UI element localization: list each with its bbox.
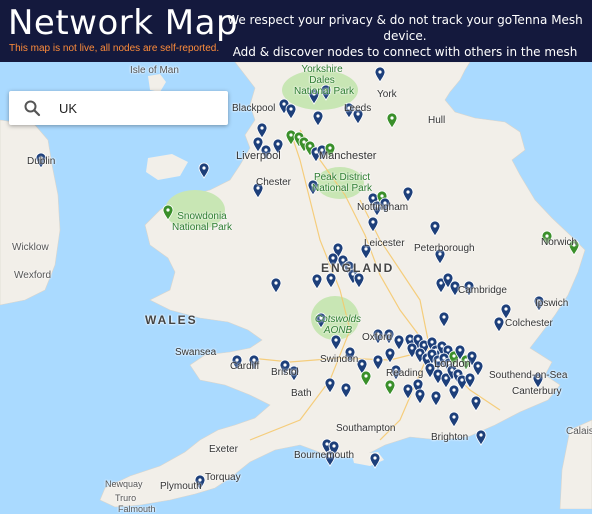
search-input[interactable] xyxy=(59,91,219,125)
place-label: Swansea xyxy=(175,347,217,358)
node-pin-blue[interactable] xyxy=(198,162,210,179)
place-label: Torquay xyxy=(205,472,241,483)
place-label: Cambridge xyxy=(458,285,507,296)
park-label-line: National Park xyxy=(312,183,373,194)
node-pin-blue[interactable] xyxy=(369,452,381,469)
place-label: Southampton xyxy=(336,423,396,434)
park-label: Yorkshire Dales National Park xyxy=(294,64,354,97)
disclaimer-text: This map is not live, all nodes are self… xyxy=(9,43,220,54)
place-label: Peterborough xyxy=(414,243,475,254)
park-label-line: Cotswolds xyxy=(314,314,362,325)
page-title: Network Map xyxy=(8,3,239,43)
place-label: Nottingham xyxy=(357,202,409,213)
place-label: Isle of Man xyxy=(130,65,179,76)
park-label: Peak District National Park xyxy=(312,172,372,194)
park-label-line: Snowdonia xyxy=(177,211,227,222)
place-label: Calais xyxy=(566,426,592,437)
land-anglesey xyxy=(146,154,188,180)
place-label: York xyxy=(377,89,397,100)
park-label-line: Dales xyxy=(309,75,335,86)
place-label: Hull xyxy=(428,115,446,126)
place-label: Canterbury xyxy=(512,386,562,397)
park-label-line: Peak District xyxy=(313,172,371,183)
node-pin-blue[interactable] xyxy=(475,429,487,446)
place-label: Colchester xyxy=(505,318,553,329)
place-label: Bath xyxy=(291,388,312,399)
place-label: Truro xyxy=(115,493,137,503)
place-label: Falmouth xyxy=(118,504,156,514)
place-label: Norwich xyxy=(541,237,578,248)
search-icon[interactable] xyxy=(23,99,41,117)
park-label-line: National Park xyxy=(294,86,355,97)
place-label: Wicklow xyxy=(12,242,49,253)
place-label: Brighton xyxy=(431,432,469,443)
place-label: Bristol xyxy=(271,367,299,378)
park-label-line: AONB xyxy=(323,325,353,336)
place-label: Southend-on-Sea xyxy=(489,370,568,381)
park-label: Cotswolds AONB xyxy=(310,314,366,336)
place-label: Bournemouth xyxy=(294,450,355,461)
place-label: Exeter xyxy=(209,444,238,455)
park-label: Snowdonia National Park xyxy=(170,211,234,233)
park-label-line: Yorkshire xyxy=(301,64,343,75)
land-isle-of-man xyxy=(148,74,166,92)
location-search[interactable] xyxy=(9,91,228,125)
place-label: London xyxy=(434,358,471,370)
privacy-line-1: We respect your privacy & do not track y… xyxy=(227,13,583,43)
place-label: Swindon xyxy=(320,354,359,365)
park-label-line: National Park xyxy=(171,222,233,233)
place-label: Blackpool xyxy=(232,103,276,114)
place-label: Wexford xyxy=(14,270,52,281)
place-label: Dublin xyxy=(27,156,56,167)
place-label: Cardiff xyxy=(230,361,260,372)
place-label: Ipswich xyxy=(535,298,569,309)
place-label: Chester xyxy=(256,177,292,188)
region-label: WALES xyxy=(145,313,198,327)
place-label: Plymouth xyxy=(160,481,202,492)
place-label: Leicester xyxy=(364,238,405,249)
land-great-britain xyxy=(99,62,586,508)
place-label: Oxford xyxy=(362,332,393,343)
place-label: Liverpool xyxy=(236,150,281,162)
place-label: Reading xyxy=(386,368,424,379)
region-label: ENGLAND xyxy=(321,261,395,275)
place-label: Newquay xyxy=(105,479,143,489)
place-label: Leeds xyxy=(344,103,372,114)
header-bar: Network Map This map is not live, all no… xyxy=(0,0,592,75)
place-label: Manchester xyxy=(319,150,377,162)
